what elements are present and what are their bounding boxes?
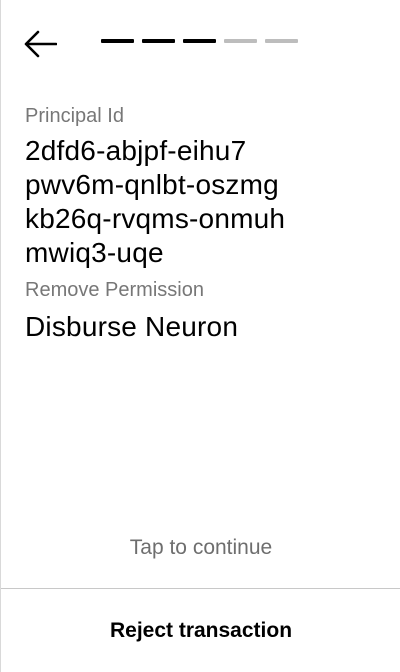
principal-id-label: Principal Id	[25, 105, 124, 127]
transaction-details: Principal Id 2dfd6-abjpf-eihu7 pwv6m-qnl…	[25, 102, 385, 344]
back-button[interactable]	[23, 26, 63, 62]
progress-segment	[183, 39, 216, 43]
arrow-left-icon	[24, 30, 57, 58]
tap-to-continue-hint[interactable]: Tap to continue	[1, 534, 400, 562]
principal-id-value: 2dfd6-abjpf-eihu7 pwv6m-qnlbt-oszmg kb26…	[25, 134, 385, 270]
principal-id-line: pwv6m-qnlbt-oszmg	[25, 169, 279, 200]
principal-id-line: 2dfd6-abjpf-eihu7	[25, 135, 247, 166]
reject-transaction-button[interactable]: Reject transaction	[1, 589, 400, 672]
progress-segment	[101, 39, 134, 43]
progress-segment	[265, 39, 298, 43]
progress-segment	[142, 39, 175, 43]
header	[1, 0, 400, 90]
permission-value: Disburse Neuron	[25, 311, 239, 342]
principal-id-line: mwiq3-uqe	[25, 237, 164, 268]
principal-id-line: kb26q-rvqms-onmuh	[25, 203, 286, 234]
remove-permission-label: Remove Permission	[25, 279, 204, 301]
progress-segment	[224, 39, 257, 43]
progress-indicator	[101, 39, 298, 45]
transaction-review-screen[interactable]: Principal Id 2dfd6-abjpf-eihu7 pwv6m-qnl…	[0, 0, 400, 672]
